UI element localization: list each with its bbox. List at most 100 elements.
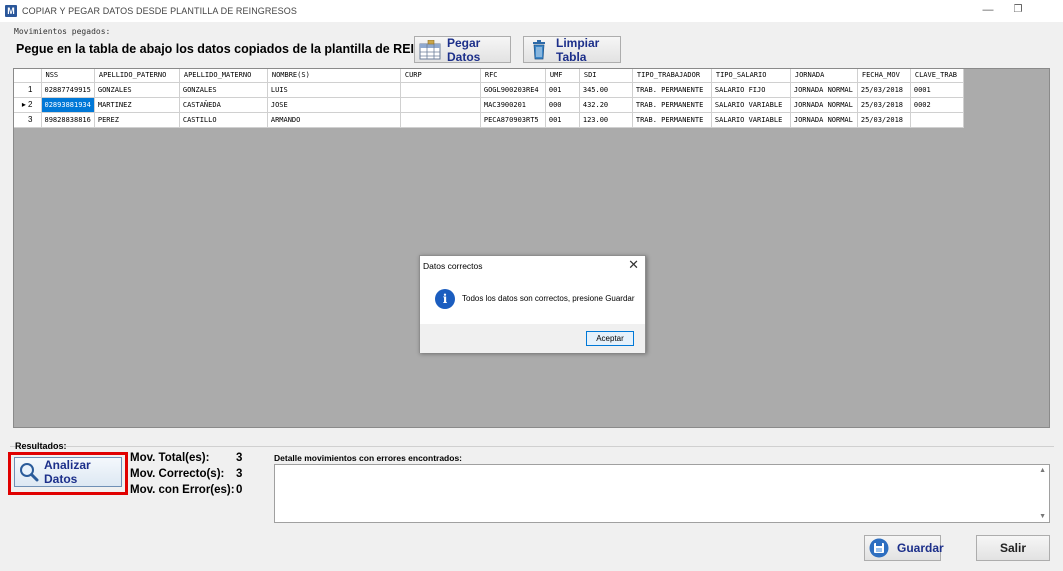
table-cell[interactable]: PECA870903RT5 bbox=[480, 112, 546, 128]
table-cell[interactable]: 89828838816 bbox=[41, 112, 95, 128]
table-cell[interactable]: SALARIO FIJO bbox=[711, 82, 791, 98]
table-cell[interactable]: 001 bbox=[545, 82, 580, 98]
save-button[interactable]: Guardar bbox=[864, 535, 944, 561]
table-cell[interactable] bbox=[910, 112, 964, 128]
table-cell[interactable]: 000 bbox=[545, 97, 580, 113]
error-movements-value: 0 bbox=[236, 484, 243, 496]
paste-instructions-heading: Pegue en la tabla de abajo los datos cop… bbox=[16, 42, 481, 56]
correct-movements-value: 3 bbox=[236, 468, 243, 480]
column-header[interactable]: NSS bbox=[41, 69, 95, 83]
table-row[interactable]: 3 89828838816 PEREZ CASTILLO ARMANDO PEC… bbox=[14, 112, 964, 128]
column-header[interactable]: TIPO_SALARIO bbox=[711, 69, 791, 83]
table-cell[interactable]: JORNADA NORMAL bbox=[790, 82, 858, 98]
paste-data-button[interactable]: Pegar Datos bbox=[414, 35, 511, 64]
table-row[interactable]: 1 02887749915 GONZALES GONZALES LUIS GOG… bbox=[14, 82, 964, 98]
column-header[interactable]: APELLIDO_MATERNO bbox=[179, 69, 268, 83]
table-cell[interactable]: MARTINEZ bbox=[94, 97, 180, 113]
table-cell[interactable] bbox=[400, 112, 481, 128]
table-cell[interactable]: 0002 bbox=[910, 97, 964, 113]
column-header[interactable]: SDI bbox=[579, 69, 633, 83]
error-movements-label: Mov. con Error(es): bbox=[130, 484, 235, 496]
accept-button[interactable]: Aceptar bbox=[586, 331, 634, 346]
save-disk-icon bbox=[868, 538, 890, 558]
table-cell[interactable]: TRAB. PERMANENTE bbox=[632, 82, 712, 98]
clear-table-label: Limpiar Tabla bbox=[556, 35, 600, 64]
row-header[interactable]: ▸ 2 bbox=[14, 97, 42, 113]
dialog-message: Todos los datos son correctos, presione … bbox=[462, 294, 635, 303]
clear-table-button[interactable]: Limpiar Tabla bbox=[523, 35, 621, 64]
table-cell-selected[interactable]: 02893881934 bbox=[41, 97, 95, 113]
table-cell[interactable]: JOSE bbox=[267, 97, 401, 113]
scroll-up-arrow[interactable]: ▲ bbox=[1039, 467, 1046, 474]
table-cell[interactable]: 123.00 bbox=[579, 112, 633, 128]
table-cell[interactable]: SALARIO VARIABLE bbox=[711, 112, 791, 128]
table-cell[interactable]: 25/03/2018 bbox=[857, 97, 911, 113]
row-header[interactable]: 1 bbox=[14, 82, 42, 98]
column-header[interactable]: JORNADA bbox=[790, 69, 858, 83]
paste-data-label: Pegar Datos bbox=[447, 35, 481, 64]
paste-table-icon bbox=[419, 39, 441, 60]
column-header[interactable]: RFC bbox=[480, 69, 546, 83]
dialog-title: Datos correctos bbox=[423, 261, 483, 271]
table-cell[interactable]: 432.20 bbox=[579, 97, 633, 113]
table-cell[interactable]: SALARIO VARIABLE bbox=[711, 97, 791, 113]
minimize-button[interactable]: — bbox=[978, 3, 998, 17]
table-cell[interactable]: TRAB. PERMANENTE bbox=[632, 97, 712, 113]
column-header[interactable]: CURP bbox=[400, 69, 481, 83]
table-cell[interactable]: TRAB. PERMANENTE bbox=[632, 112, 712, 128]
column-header[interactable]: TIPO_TRABAJADOR bbox=[632, 69, 712, 83]
table-cell[interactable] bbox=[400, 82, 481, 98]
movements-table[interactable]: NSS APELLIDO_PATERNO APELLIDO_MATERNO NO… bbox=[14, 69, 964, 128]
dialog-close-button[interactable]: ✕ bbox=[628, 257, 639, 273]
table-cell[interactable]: 345.00 bbox=[579, 82, 633, 98]
analyze-data-button[interactable]: Analizar Datos bbox=[14, 457, 122, 487]
row-header[interactable]: 3 bbox=[14, 112, 42, 128]
table-cell[interactable]: GONZALES bbox=[179, 82, 268, 98]
column-header[interactable]: FECHA_MOV bbox=[857, 69, 911, 83]
table-cell[interactable]: CASTAÑEDA bbox=[179, 97, 268, 113]
exit-button[interactable]: Salir bbox=[976, 535, 1050, 561]
analyze-data-label: Analizar Datos bbox=[44, 458, 91, 486]
table-row[interactable]: ▸ 2 02893881934 MARTINEZ CASTAÑEDA JOSE … bbox=[14, 97, 964, 113]
error-detail-label: Detalle movimientos con errores encontra… bbox=[274, 453, 462, 463]
table-cell[interactable] bbox=[400, 97, 481, 113]
error-detail-textarea[interactable]: ▲ ▼ bbox=[274, 464, 1050, 523]
total-movements-value: 3 bbox=[236, 452, 243, 464]
success-dialog: Datos correctos ✕ i Todos los datos son … bbox=[419, 255, 646, 353]
table-cell[interactable]: GOGL900203RE4 bbox=[480, 82, 546, 98]
row-header-corner[interactable] bbox=[14, 69, 42, 83]
save-label: Guardar bbox=[897, 541, 944, 555]
results-label: Resultados: bbox=[15, 441, 67, 451]
table-cell[interactable]: JORNADA NORMAL bbox=[790, 97, 858, 113]
column-header[interactable]: NOMBRE(S) bbox=[267, 69, 401, 83]
table-cell[interactable]: 25/03/2018 bbox=[857, 82, 911, 98]
magnifier-icon bbox=[18, 462, 40, 482]
table-cell[interactable]: ARMANDO bbox=[267, 112, 401, 128]
window-title: COPIAR Y PEGAR DATOS DESDE PLANTILLA DE … bbox=[22, 6, 297, 16]
table-cell[interactable]: 02887749915 bbox=[41, 82, 95, 98]
table-cell[interactable]: PEREZ bbox=[94, 112, 180, 128]
total-movements-label: Mov. Total(es): bbox=[130, 452, 210, 464]
info-icon: i bbox=[435, 289, 455, 309]
table-cell[interactable]: 001 bbox=[545, 112, 580, 128]
table-cell[interactable]: MAC3900201 bbox=[480, 97, 546, 113]
trash-icon bbox=[528, 39, 550, 60]
pasted-movements-label: Movimientos pegados: bbox=[14, 27, 111, 36]
table-cell[interactable]: JORNADA NORMAL bbox=[790, 112, 858, 128]
title-bar: M COPIAR Y PEGAR DATOS DESDE PLANTILLA D… bbox=[0, 0, 1063, 22]
table-header-row: NSS APELLIDO_PATERNO APELLIDO_MATERNO NO… bbox=[14, 69, 964, 83]
table-cell[interactable]: CASTILLO bbox=[179, 112, 268, 128]
dialog-body: i Todos los datos son correctos, presion… bbox=[420, 278, 645, 324]
table-cell[interactable]: 0001 bbox=[910, 82, 964, 98]
table-cell[interactable]: 25/03/2018 bbox=[857, 112, 911, 128]
table-cell[interactable]: GONZALES bbox=[94, 82, 180, 98]
data-grid[interactable]: NSS APELLIDO_PATERNO APELLIDO_MATERNO NO… bbox=[13, 68, 1050, 428]
scroll-down-arrow[interactable]: ▼ bbox=[1039, 513, 1046, 520]
column-header[interactable]: UMF bbox=[545, 69, 580, 83]
column-header[interactable]: CLAVE_TRAB bbox=[910, 69, 964, 83]
restore-button[interactable]: ❐ bbox=[1008, 3, 1028, 17]
column-header[interactable]: APELLIDO_PATERNO bbox=[94, 69, 180, 83]
dialog-footer: Aceptar bbox=[420, 324, 645, 353]
correct-movements-label: Mov. Correcto(s): bbox=[130, 468, 225, 480]
table-cell[interactable]: LUIS bbox=[267, 82, 401, 98]
